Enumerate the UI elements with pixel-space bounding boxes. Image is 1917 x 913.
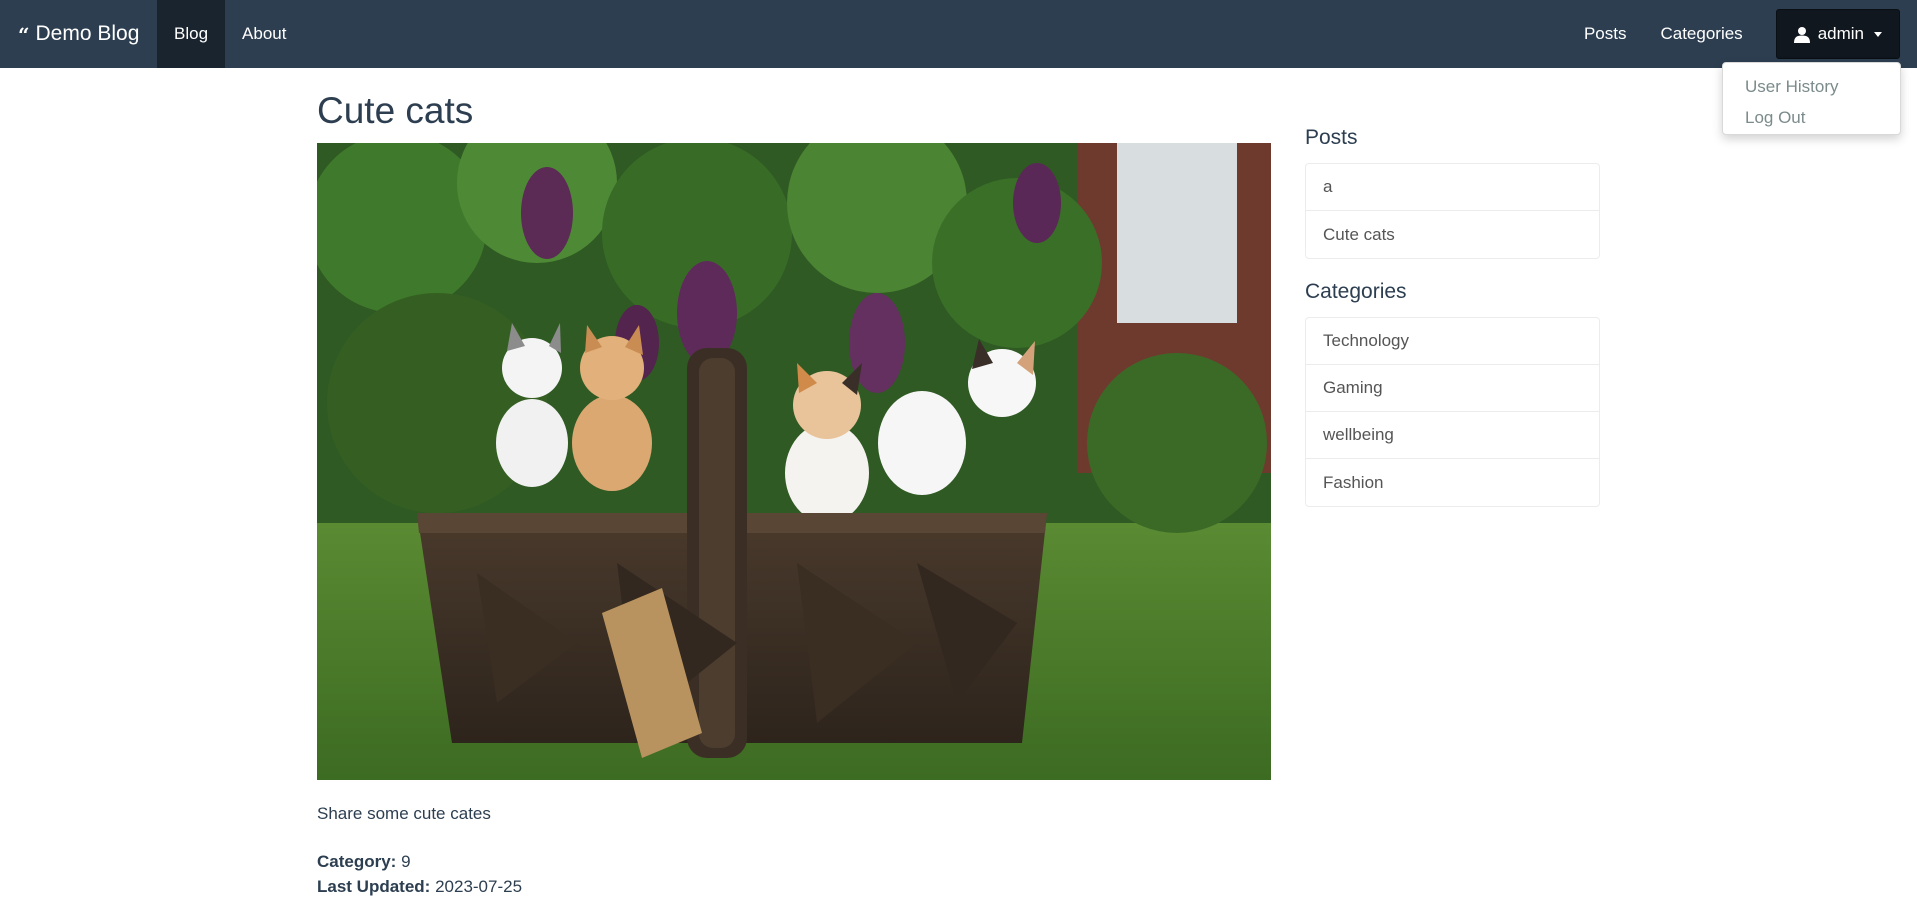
nav-link-label: Posts xyxy=(1583,24,1627,43)
user-dropdown-menu: User History Log Out xyxy=(1722,62,1901,135)
top-navbar: “ Demo Blog Blog About Posts Categories … xyxy=(0,0,1917,68)
sidebar-post-cute-cats[interactable]: Cute cats xyxy=(1306,211,1599,258)
nav-item-blog[interactable]: Blog xyxy=(157,0,226,68)
sidebar-category-wellbeing[interactable]: wellbeing xyxy=(1306,412,1599,459)
sidebar-categories-heading: Categories xyxy=(1305,280,1407,303)
menu-item-log-out[interactable]: Log Out xyxy=(1723,102,1900,133)
sidebar-category-gaming[interactable]: Gaming xyxy=(1306,365,1599,412)
secondary-nav: Posts Categories admin xyxy=(1567,0,1917,68)
nav-item-about[interactable]: About xyxy=(225,0,303,68)
category-label: Category: xyxy=(317,852,397,871)
nav-item-label: About xyxy=(242,24,287,43)
nav-link-label: Categories xyxy=(1660,24,1743,43)
sidebar-posts-heading: Posts xyxy=(1305,126,1358,149)
brand-label: Demo Blog xyxy=(35,22,140,45)
nav-item-label: Blog xyxy=(174,24,209,43)
post-image xyxy=(317,143,1271,780)
category-value: 9 xyxy=(401,852,411,871)
post-body: Share some cute cates xyxy=(317,804,491,823)
brand-link[interactable]: “ Demo Blog xyxy=(18,0,139,68)
nav-link-categories[interactable]: Categories xyxy=(1643,0,1759,68)
post-last-updated: Last Updated: 2023-07-25 xyxy=(317,877,522,897)
menu-item-user-history[interactable]: User History xyxy=(1723,71,1900,102)
primary-nav: Blog About xyxy=(157,0,303,68)
user-name: admin xyxy=(1817,24,1864,43)
sidebar-category-technology[interactable]: Technology xyxy=(1306,318,1599,365)
user-menu-toggle[interactable]: admin xyxy=(1775,9,1900,59)
sidebar-category-fashion[interactable]: Fashion xyxy=(1306,459,1599,506)
post-title: Cute cats xyxy=(317,90,474,131)
sidebar-posts-list: a Cute cats xyxy=(1305,163,1600,259)
user-icon xyxy=(1793,26,1810,43)
caret-down-icon xyxy=(1874,31,1882,37)
updated-label: Last Updated: xyxy=(317,877,431,896)
post-category: Category: 9 xyxy=(317,852,411,872)
updated-value: 2023-07-25 xyxy=(435,877,523,896)
sidebar-categories-list: Technology Gaming wellbeing Fashion xyxy=(1305,317,1600,507)
quote-icon: “ xyxy=(18,23,30,47)
nav-link-posts[interactable]: Posts xyxy=(1567,0,1644,68)
sidebar-post-a[interactable]: a xyxy=(1306,164,1599,211)
